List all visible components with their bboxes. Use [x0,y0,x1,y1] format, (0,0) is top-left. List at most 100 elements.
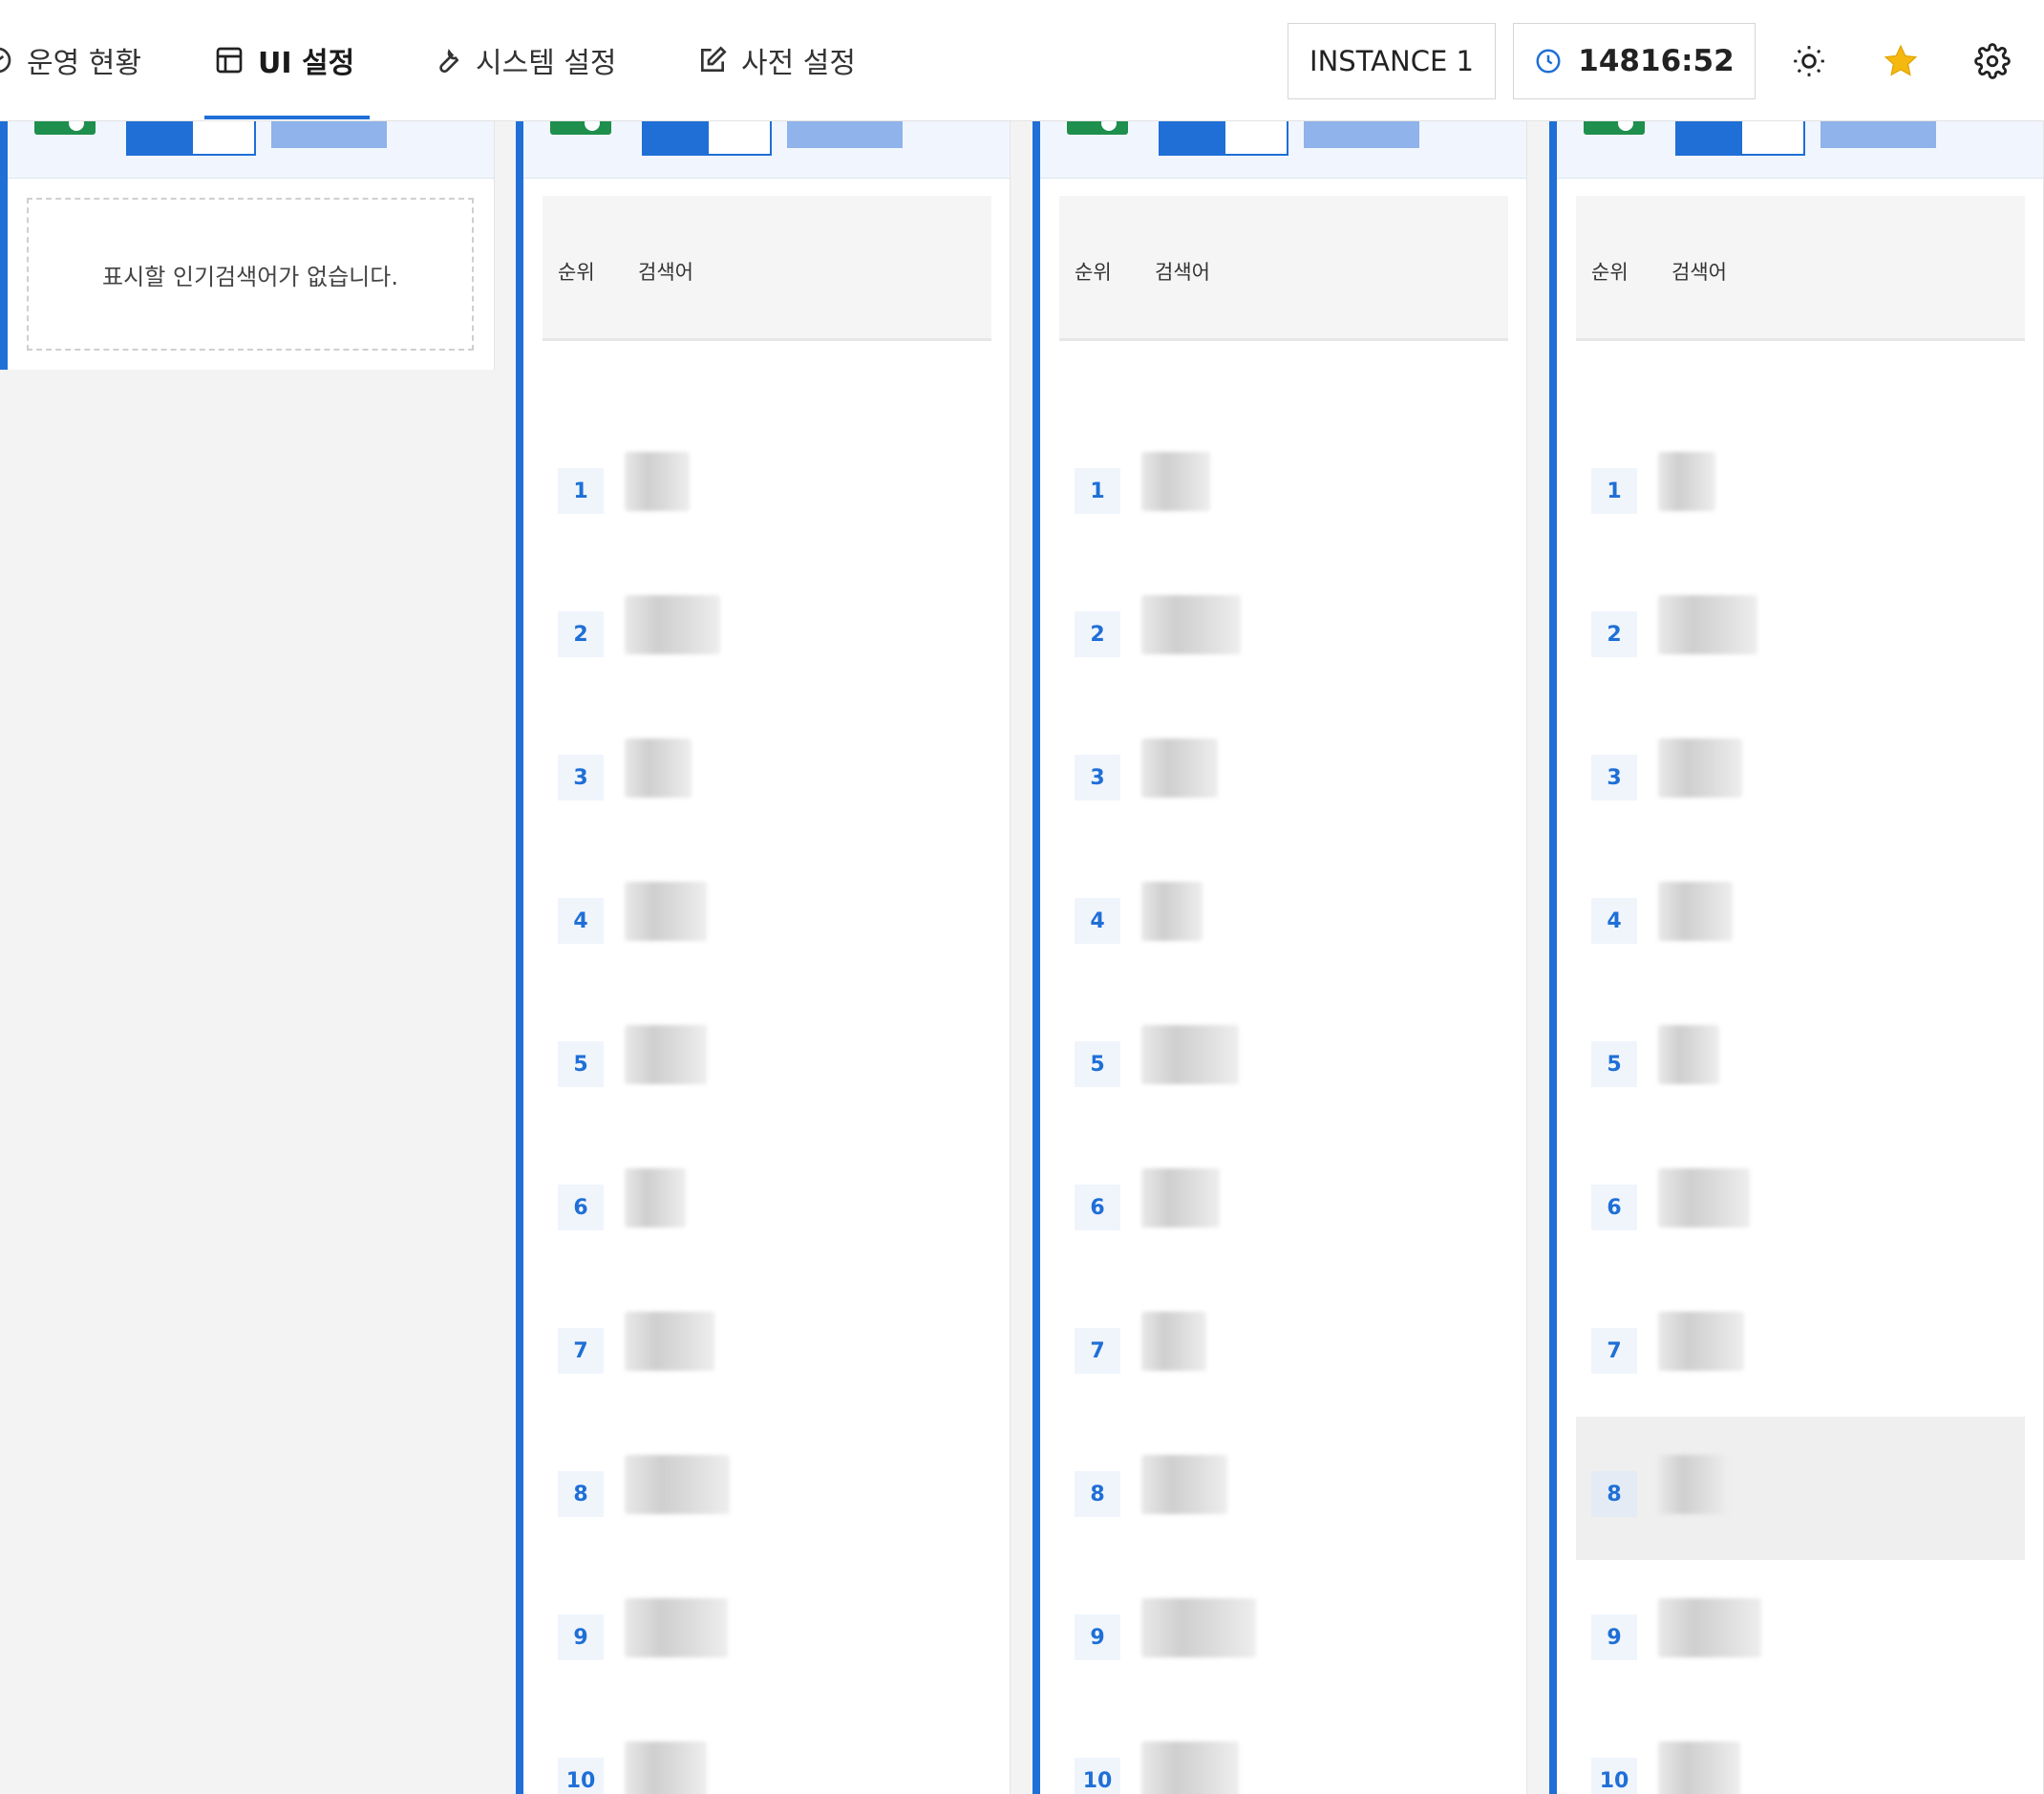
table-row[interactable]: 6 [1576,1130,2025,1273]
table-row[interactable]: 7 [1059,1273,1508,1417]
settings-button[interactable] [1969,38,2015,84]
rank-badge: 1 [1075,468,1120,514]
edit-icon [701,45,727,72]
table-row[interactable]: 7 [1576,1273,2025,1417]
table-row[interactable]: 8 [1576,1417,2025,1560]
table-row[interactable]: 10 [1059,1703,1508,1794]
nav-item-label: UI 설정 [258,46,355,80]
toolbar-button[interactable] [1740,121,1805,156]
top-nav-bar: 운영 현황 UI 설정 시스템 설정 사전 설정 INSTANCE 1 1481… [0,0,2044,121]
table-header: 순위 검색어 [543,196,991,341]
table-row[interactable]: 9 [543,1560,991,1703]
table-header: 순위 검색어 [1576,196,2025,341]
nav-item-system-settings[interactable]: 시스템 설정 [432,0,617,119]
rank-badge: 1 [558,468,604,514]
rank-badge: 10 [558,1758,604,1794]
timer-value: 14816:52 [1578,44,1735,78]
table-header: 순위 검색어 [1059,196,1508,341]
ranking-panel-1: 표시할 인기검색어가 없습니다. [0,121,495,370]
toolbar-button[interactable] [642,121,707,156]
redacted-keyword [1658,1168,1750,1228]
gear-icon [1974,43,2011,79]
rank-badge: 9 [1591,1614,1637,1660]
table-row[interactable]: 2 [543,557,991,700]
toolbar-button[interactable] [787,121,903,148]
layout-icon [216,47,243,73]
toolbar-button[interactable] [1820,121,1936,148]
clock-icon [1536,49,1561,74]
redacted-keyword [625,1598,728,1657]
panel-accent-bar [1033,121,1040,1794]
toolbar-button[interactable] [1304,121,1419,148]
column-header-rank: 순위 [1075,261,1112,284]
table-row[interactable]: 4 [543,844,991,987]
rank-badge: 9 [1075,1614,1120,1660]
table-row[interactable]: 8 [1059,1417,1508,1560]
theme-toggle-button[interactable] [1786,38,1832,84]
toolbar-button[interactable] [126,121,191,156]
favorite-button[interactable] [1878,38,1924,84]
table-row[interactable]: 7 [543,1273,991,1417]
rank-badge: 10 [1591,1758,1637,1794]
rank-badge: 6 [558,1185,604,1230]
rank-badge: 8 [1075,1471,1120,1517]
toolbar-button[interactable] [271,121,387,148]
toolbar-button[interactable] [707,121,772,156]
table-row[interactable]: 3 [543,700,991,844]
redacted-keyword [1141,1598,1256,1657]
rank-badge: 2 [1075,611,1120,657]
status-badge [550,121,611,135]
redacted-keyword [1141,738,1218,798]
sun-icon [1794,46,1824,76]
rank-badge: 8 [558,1471,604,1517]
rank-badge: 4 [1075,898,1120,944]
rank-badge: 4 [558,898,604,944]
redacted-keyword [1141,1168,1220,1228]
rank-badge: 8 [1591,1471,1637,1517]
table-row[interactable]: 5 [543,987,991,1130]
rank-badge: 5 [1591,1041,1637,1087]
toolbar-button[interactable] [1675,121,1740,156]
table-row[interactable]: 6 [1059,1130,1508,1273]
panel-toolbar [1040,121,1526,179]
table-row[interactable]: 6 [543,1130,991,1273]
table-row[interactable]: 8 [543,1417,991,1560]
session-timer: 14816:52 [1513,23,1756,99]
nav-item-dictionary-settings[interactable]: 사전 설정 [697,0,856,119]
redacted-keyword [625,1741,707,1794]
table-row[interactable]: 5 [1576,987,2025,1130]
table-row[interactable]: 2 [1576,557,2025,700]
column-header-rank: 순위 [1591,261,1629,284]
toolbar-button[interactable] [191,121,256,156]
redacted-keyword [625,452,690,511]
nav-item-operations[interactable]: 운영 현황 [0,0,141,119]
table-row[interactable]: 10 [1576,1703,2025,1794]
table-row[interactable]: 4 [1059,844,1508,987]
nav-item-ui-settings[interactable]: UI 설정 [203,0,371,119]
instance-selector[interactable]: INSTANCE 1 [1288,23,1496,99]
rank-badge: 6 [1075,1185,1120,1230]
panel-accent-bar [516,121,523,1794]
toolbar-button[interactable] [1159,121,1224,156]
status-badge [34,121,96,135]
table-row[interactable]: 1 [543,414,991,557]
panel-toolbar [1557,121,2043,179]
table-row[interactable]: 9 [1059,1560,1508,1703]
table-row[interactable]: 2 [1059,557,1508,700]
table-row[interactable]: 10 [543,1703,991,1794]
table-row[interactable]: 5 [1059,987,1508,1130]
rank-badge: 5 [1075,1041,1120,1087]
redacted-keyword [625,882,707,941]
table-row[interactable]: 1 [1576,414,2025,557]
table-row[interactable]: 1 [1059,414,1508,557]
table-row[interactable]: 4 [1576,844,2025,987]
redacted-keyword [1141,1312,1206,1371]
table-row[interactable]: 3 [1576,700,2025,844]
table-row[interactable]: 9 [1576,1560,2025,1703]
panel-accent-bar [1549,121,1557,1794]
status-badge [1584,121,1645,135]
table-row[interactable]: 3 [1059,700,1508,844]
toolbar-button[interactable] [1224,121,1288,156]
redacted-keyword [1658,1312,1744,1371]
rank-badge: 6 [1591,1185,1637,1230]
